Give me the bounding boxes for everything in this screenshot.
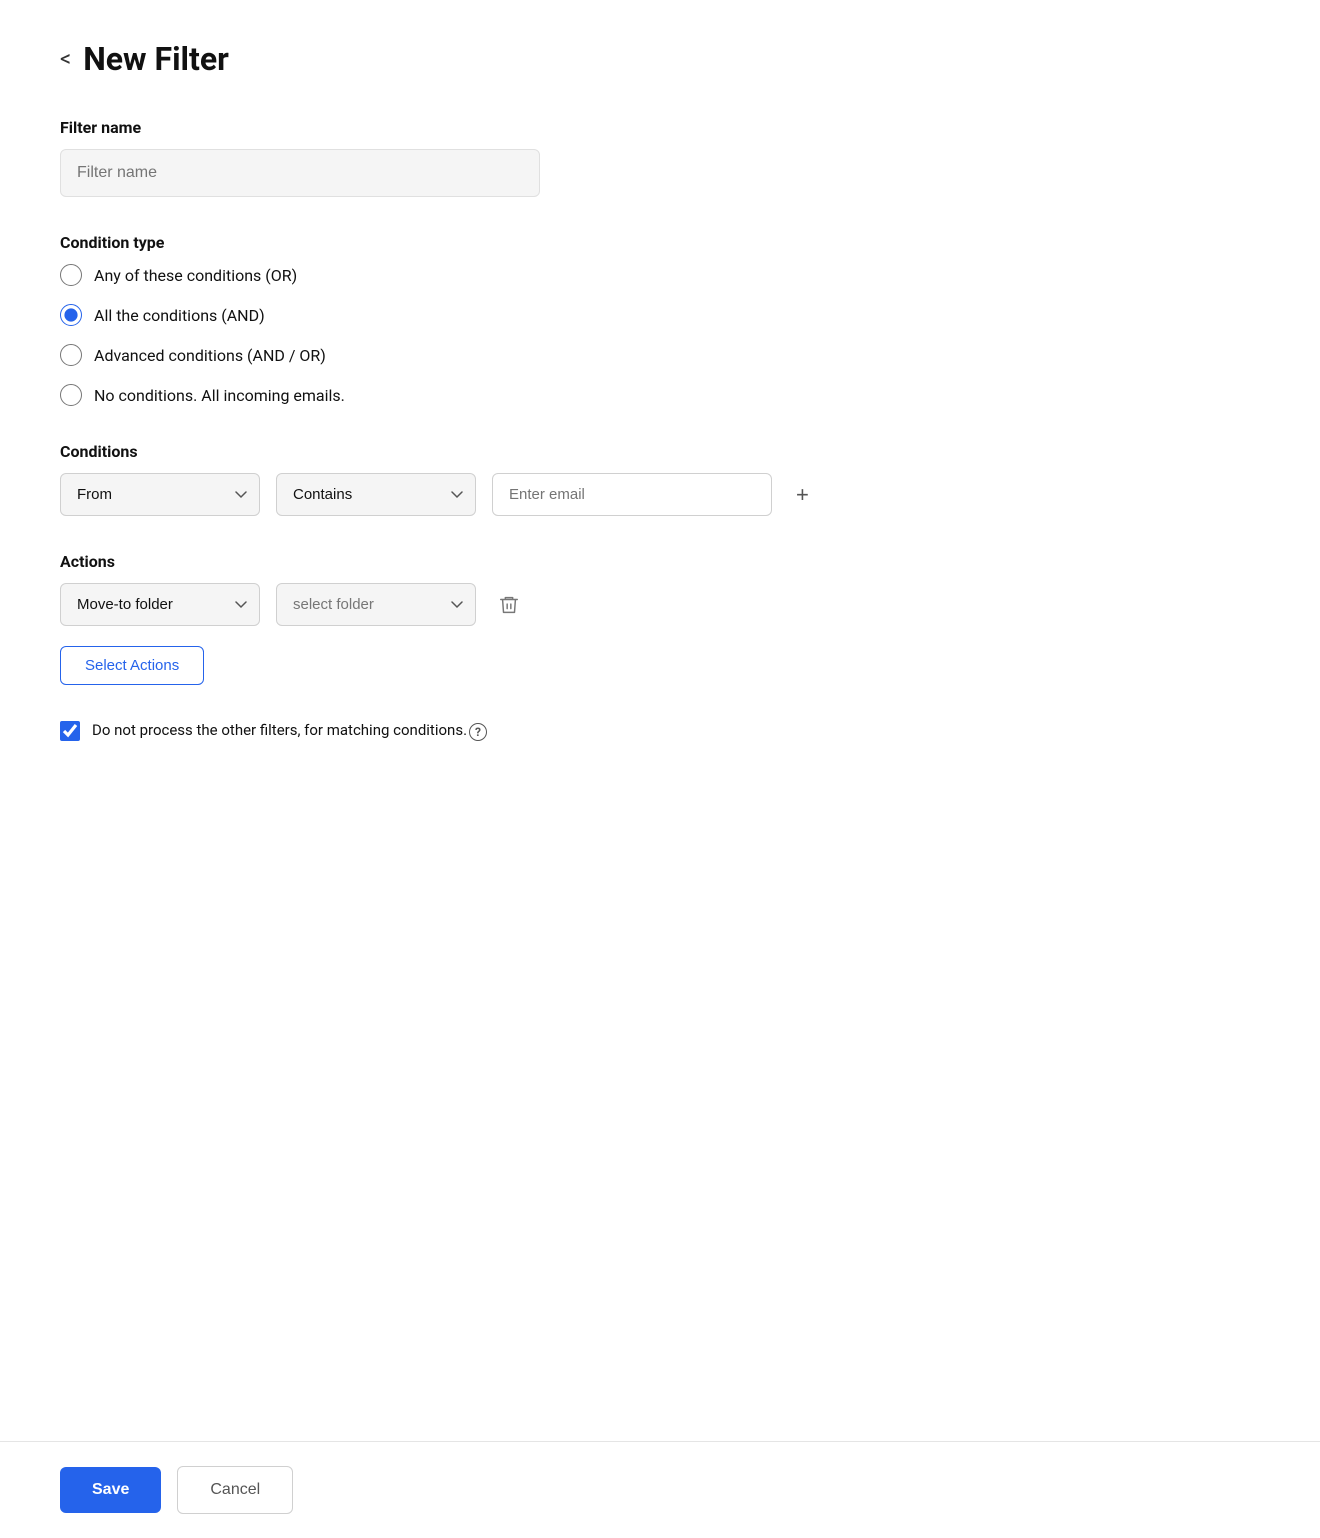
radio-and[interactable] [60, 304, 82, 326]
folder-select[interactable]: select folder Inbox Archive Trash Spam [276, 583, 476, 626]
trash-icon [498, 594, 520, 616]
actions-label: Actions [60, 552, 1260, 571]
filter-name-input[interactable] [60, 149, 540, 197]
radio-none-label: No conditions. All incoming emails. [94, 386, 345, 405]
cancel-button[interactable]: Cancel [177, 1466, 293, 1514]
save-button[interactable]: Save [60, 1467, 161, 1513]
from-select[interactable]: From To Subject Body [60, 473, 260, 516]
radio-item-advanced[interactable]: Advanced conditions (AND / OR) [60, 344, 1260, 366]
checkbox-section: Do not process the other filters, for ma… [60, 721, 1260, 741]
main-content: < New Filter Filter name Condition type … [0, 0, 1320, 1441]
email-input[interactable] [492, 473, 772, 516]
filter-name-section: Filter name [60, 118, 1260, 197]
conditions-section: Conditions From To Subject Body Contains… [60, 442, 1260, 516]
actions-section: Actions Move-to folder Mark as read Mark… [60, 552, 1260, 685]
actions-row: Move-to folder Mark as read Mark as star… [60, 583, 1260, 626]
checkbox-label: Do not process the other filters, for ma… [92, 721, 487, 740]
radio-or-label: Any of these conditions (OR) [94, 266, 297, 285]
select-actions-button[interactable]: Select Actions [60, 646, 204, 685]
add-condition-button[interactable]: + [788, 480, 817, 510]
radio-or[interactable] [60, 264, 82, 286]
footer-bar: Save Cancel [0, 1441, 1320, 1538]
checkbox-row: Do not process the other filters, for ma… [60, 721, 1260, 741]
no-process-checkbox[interactable] [60, 721, 80, 741]
radio-and-label: All the conditions (AND) [94, 306, 265, 325]
conditions-label: Conditions [60, 442, 1260, 461]
contains-select[interactable]: Contains Does not contain Is Is not [276, 473, 476, 516]
radio-advanced[interactable] [60, 344, 82, 366]
condition-type-section: Condition type Any of these conditions (… [60, 233, 1260, 406]
header: < New Filter [60, 40, 1260, 78]
radio-advanced-label: Advanced conditions (AND / OR) [94, 346, 326, 365]
radio-item-or[interactable]: Any of these conditions (OR) [60, 264, 1260, 286]
back-button[interactable]: < [60, 47, 71, 72]
action-type-select[interactable]: Move-to folder Mark as read Mark as star… [60, 583, 260, 626]
radio-item-none[interactable]: No conditions. All incoming emails. [60, 384, 1260, 406]
radio-none[interactable] [60, 384, 82, 406]
radio-group: Any of these conditions (OR) All the con… [60, 264, 1260, 406]
page-container: < New Filter Filter name Condition type … [0, 0, 1320, 1538]
page-title: New Filter [83, 40, 229, 78]
delete-action-button[interactable] [492, 588, 526, 622]
radio-item-and[interactable]: All the conditions (AND) [60, 304, 1260, 326]
help-icon[interactable]: ? [469, 723, 487, 741]
conditions-row: From To Subject Body Contains Does not c… [60, 473, 1260, 516]
filter-name-label: Filter name [60, 118, 1260, 137]
condition-type-label: Condition type [60, 233, 1260, 252]
